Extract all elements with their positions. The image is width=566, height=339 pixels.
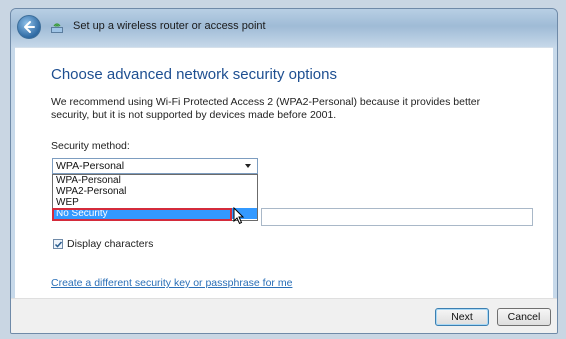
cancel-button[interactable]: Cancel	[497, 308, 551, 326]
wireless-network-icon	[49, 20, 65, 34]
chevron-down-icon	[245, 164, 251, 168]
create-different-key-link[interactable]: Create a different security key or passp…	[51, 277, 292, 289]
wizard-window: Set up a wireless router or access point…	[10, 8, 558, 334]
security-method-dropdown-list: WPA-Personal WPA2-Personal WEP No Securi…	[52, 174, 258, 221]
option-wpa2-personal[interactable]: WPA2-Personal	[53, 186, 257, 197]
display-characters-row[interactable]: Display characters	[53, 238, 153, 250]
checkmark-icon	[54, 241, 63, 248]
next-button[interactable]: Next	[435, 308, 489, 326]
display-characters-checkbox[interactable]	[53, 239, 63, 249]
mouse-cursor-icon	[233, 207, 245, 225]
highlight-annotation-box	[52, 208, 232, 221]
window-title: Set up a wireless router or access point	[73, 20, 266, 32]
page-description: We recommend using Wi-Fi Protected Acces…	[51, 96, 481, 121]
back-button[interactable]	[17, 15, 41, 39]
security-method-label: Security method:	[51, 140, 130, 152]
back-arrow-icon	[24, 21, 35, 33]
display-characters-label: Display characters	[67, 238, 154, 250]
page-heading: Choose advanced network security options	[51, 66, 337, 83]
security-method-select[interactable]: WPA-Personal	[52, 158, 258, 174]
title-bar: Set up a wireless router or access point	[11, 9, 557, 47]
wizard-footer: Next Cancel	[11, 298, 557, 333]
security-method-value: WPA-Personal	[56, 160, 125, 172]
security-key-input[interactable]	[261, 208, 533, 226]
option-wpa-personal[interactable]: WPA-Personal	[53, 175, 257, 186]
wizard-content: Choose advanced network security options…	[15, 47, 553, 298]
option-wep[interactable]: WEP	[53, 197, 257, 208]
